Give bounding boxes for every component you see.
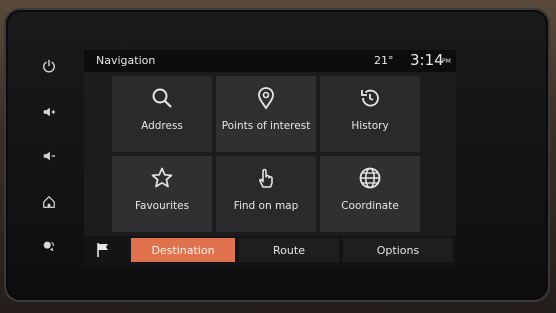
flag-icon xyxy=(97,243,108,257)
volume-down-button[interactable] xyxy=(34,144,64,168)
navigation-menu-grid: Address Points of interest History Favou… xyxy=(112,76,422,234)
menu-item-label: Coordinate xyxy=(341,200,399,212)
clock-time: 3:14 xyxy=(410,51,444,69)
power-icon xyxy=(43,59,55,73)
star-icon xyxy=(151,167,173,188)
menu-item-label: Find on map xyxy=(233,200,299,212)
home-button[interactable] xyxy=(34,190,64,214)
flag-button[interactable] xyxy=(96,242,110,258)
hand-pointer-icon xyxy=(259,168,273,188)
location-pin-icon xyxy=(258,87,274,110)
page-title: Navigation xyxy=(96,54,156,67)
hardware-buttons xyxy=(34,50,64,270)
tab-destination[interactable]: Destination xyxy=(131,238,235,262)
tab-route[interactable]: Route xyxy=(239,238,339,262)
home-icon xyxy=(43,195,55,208)
temperature: 21° xyxy=(374,54,394,67)
menu-item-points-of-interest[interactable]: Points of interest xyxy=(216,76,316,152)
search-icon xyxy=(152,88,172,108)
voice-icon xyxy=(43,241,54,252)
menu-item-label: Favourites xyxy=(134,200,190,212)
navigation-screen: Navigation 21° 3:14 PM Address Points of… xyxy=(84,50,456,266)
tab-options[interactable]: Options xyxy=(343,238,453,262)
menu-item-address[interactable]: Address xyxy=(112,76,212,152)
globe-icon xyxy=(359,167,381,189)
menu-item-label: Points of interest xyxy=(221,120,311,132)
voice-button[interactable] xyxy=(34,234,64,258)
clock-ampm: PM xyxy=(442,58,451,65)
menu-item-label: Address xyxy=(141,120,183,132)
history-icon xyxy=(361,89,379,107)
power-button[interactable] xyxy=(34,54,64,78)
status-bar: Navigation 21° 3:14 PM xyxy=(84,50,456,72)
menu-item-label: History xyxy=(351,120,389,132)
menu-item-favourites[interactable]: Favourites xyxy=(112,156,212,232)
volume-up-button[interactable] xyxy=(34,100,64,124)
volume-down-icon xyxy=(43,151,56,161)
menu-item-find-on-map[interactable]: Find on map xyxy=(216,156,316,232)
menu-item-coordinate[interactable]: Coordinate xyxy=(320,156,420,232)
menu-item-history[interactable]: History xyxy=(320,76,420,152)
volume-up-icon xyxy=(43,107,56,117)
bottom-tab-bar: Destination Route Options xyxy=(84,236,456,266)
